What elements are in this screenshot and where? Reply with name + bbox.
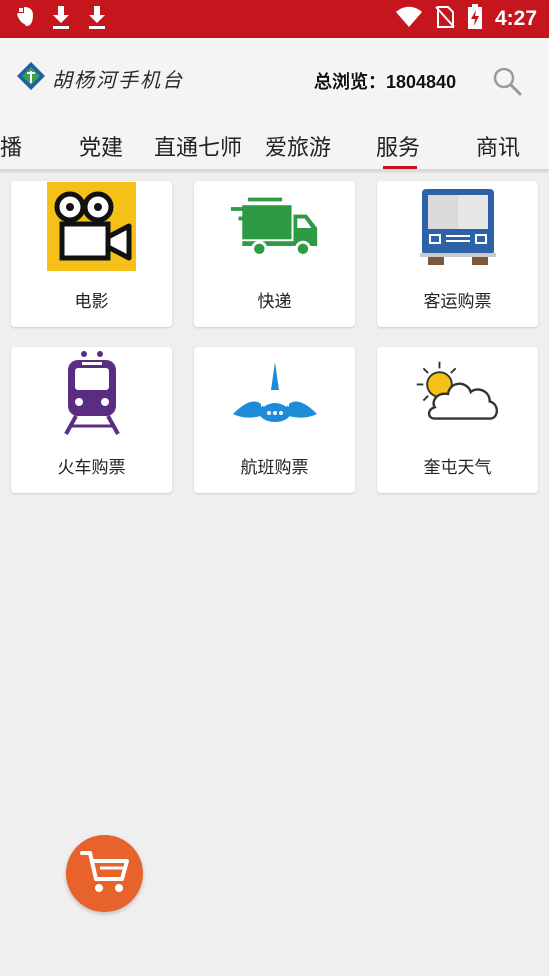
category-tabs: 直播 党建 直通七师 爱旅游 服务 商讯 [0,124,549,170]
tab-business-news[interactable]: 商讯 [476,130,520,162]
app-logo[interactable]: 胡杨河手机台 [16,62,184,94]
movie-camera-icon [46,181,137,272]
service-label: 火车购票 [57,458,126,478]
service-card-express[interactable]: 快递 [194,181,355,327]
bus-icon [412,181,503,272]
service-card-movie[interactable]: 电影 [11,181,172,327]
evernote-icon [14,5,36,33]
service-card-kuitun-weather[interactable]: 奎屯天气 [377,347,538,493]
service-label: 电影 [74,292,109,312]
airplane-icon [229,347,320,438]
clock: 4:27 [494,7,537,30]
tab-party-building[interactable]: 党建 [79,130,123,162]
status-bar-notifications [14,5,108,33]
battery-charging-icon [467,4,483,34]
shopping-cart-button[interactable] [66,835,143,912]
search-icon[interactable] [492,66,522,96]
service-label: 奎屯天气 [423,458,492,478]
visit-counter: 总浏览：1804840 [314,72,457,92]
service-card-train-ticket[interactable]: 火车购票 [11,347,172,493]
no-sim-icon [435,5,455,33]
service-label: 航班购票 [240,458,309,478]
tab-travel[interactable]: 爱旅游 [265,130,331,162]
status-bar: 4:27 [0,0,549,38]
app-header: 胡杨河手机台 总浏览：1804840 [0,38,549,124]
status-bar-system: 4:27 [395,4,537,34]
train-icon [46,347,137,438]
service-label: 快递 [257,292,292,312]
service-card-flight-ticket[interactable]: 航班购票 [194,347,355,493]
delivery-truck-icon [229,181,320,272]
active-tab-indicator [383,166,417,169]
logo-emblem-icon [16,61,46,95]
tab-services[interactable]: 服务 [376,130,420,162]
logo-text: 胡杨河手机台 [52,67,184,92]
service-card-bus-ticket[interactable]: 客运购票 [377,181,538,327]
wifi-icon [395,6,423,32]
tab-direct-seventh-division[interactable]: 直通七师 [154,130,242,162]
weather-icon [412,347,503,438]
download-icon [50,4,72,34]
service-label: 客运购票 [423,292,492,312]
shopping-cart-icon [79,849,130,899]
tab-live[interactable]: 直播 [0,130,22,162]
download-icon [86,4,108,34]
